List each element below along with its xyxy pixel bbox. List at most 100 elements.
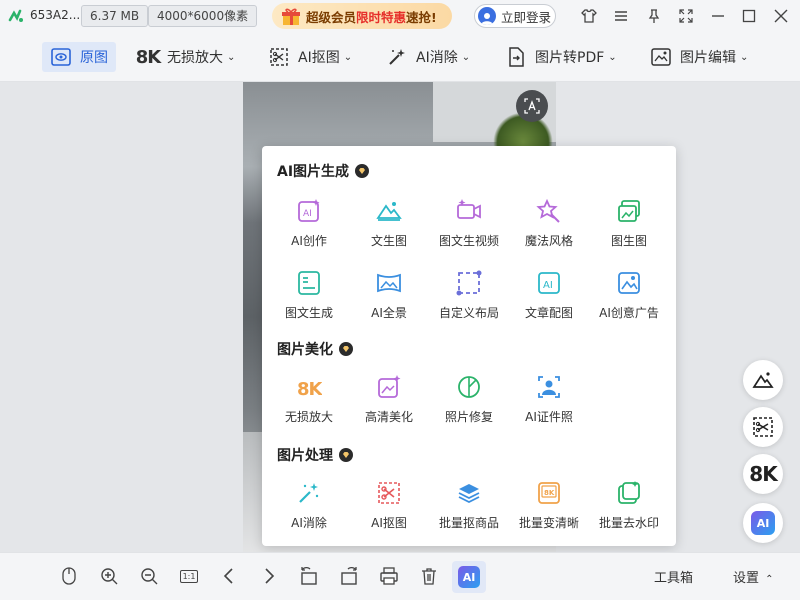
tool-article-illustration[interactable]: AI 文章配图 xyxy=(509,270,589,321)
tool-batch-sharpen[interactable]: 8K 批量变清晰 xyxy=(509,480,589,531)
text-scan-icon xyxy=(524,98,540,114)
toolbox-button[interactable]: 工具箱 xyxy=(654,567,693,586)
svg-text:AI: AI xyxy=(543,280,553,291)
id-photo-icon xyxy=(538,376,560,398)
cutout-scissors-icon xyxy=(378,482,400,504)
image-dimensions-badge: 4000*6000像素 xyxy=(148,5,258,27)
title-bar: 653A2... 6.37 MB 4000*6000像素 超级会员 限时特惠 速抢!… xyxy=(0,0,800,32)
8k-icon: 8K xyxy=(749,462,777,486)
sparkle-image-icon xyxy=(378,375,401,398)
tool-ai-creative-ad[interactable]: AI创意广告 xyxy=(589,270,669,321)
image-eye-icon xyxy=(50,46,72,68)
delete-icon[interactable] xyxy=(418,565,440,587)
to-pdf-button[interactable]: 图片转PDF ⌄ xyxy=(505,42,617,72)
ai-create-icon: AI xyxy=(298,199,320,222)
chevron-up-icon: ⌃ xyxy=(765,574,774,585)
landscape-icon xyxy=(752,372,774,388)
vip-promo-button[interactable]: 超级会员 限时特惠 速抢! xyxy=(272,3,452,29)
promo-hot-text: 限时特惠 xyxy=(356,9,407,25)
original-label: 原图 xyxy=(80,50,108,66)
menu-icon[interactable] xyxy=(612,7,630,25)
panorama-icon xyxy=(377,273,401,293)
chevron-down-icon: ⌄ xyxy=(461,51,471,63)
skin-icon[interactable] xyxy=(580,7,598,25)
tool-ai-create[interactable]: AI AI创作 xyxy=(269,198,349,249)
settings-label: 设置 xyxy=(733,571,760,586)
rotate-left-icon[interactable] xyxy=(298,565,320,587)
print-icon[interactable] xyxy=(378,565,400,587)
chevron-down-icon: ⌄ xyxy=(740,51,749,63)
tool-image-to-image[interactable]: 图生图 xyxy=(589,198,669,249)
tool-custom-layout[interactable]: 自定义布局 xyxy=(429,270,509,321)
actual-size-label: 1:1 xyxy=(179,569,199,583)
tool-photo-restore[interactable]: 照片修复 xyxy=(429,374,509,425)
maximize-icon[interactable] xyxy=(740,7,758,25)
svg-text:8K: 8K xyxy=(544,489,555,497)
upscale-label: 无损放大 xyxy=(167,50,223,66)
tool-lossless-upscale[interactable]: 8K 无损放大 xyxy=(269,374,349,425)
cutout-icon xyxy=(268,46,290,68)
rotate-right-icon[interactable] xyxy=(338,565,360,587)
ai-tools-toggle-button[interactable]: AI xyxy=(452,561,486,593)
ai-article-icon: AI xyxy=(538,272,560,294)
section-title-processing: 图片处理 xyxy=(277,445,353,465)
tool-ai-cutout[interactable]: AI抠图 xyxy=(349,480,429,531)
image-edit-button[interactable]: 图片编辑 ⌄ xyxy=(650,42,748,72)
tool-ai-id-photo[interactable]: AI证件照 xyxy=(509,374,589,425)
app-logo-icon xyxy=(8,9,23,22)
mouse-icon[interactable] xyxy=(58,565,80,587)
cutout-scissors-icon xyxy=(753,417,773,437)
tool-image-text-to-video[interactable]: 图文生视频 xyxy=(429,198,509,249)
restore-circle-icon xyxy=(458,376,480,398)
zoom-out-icon[interactable] xyxy=(138,565,160,587)
tool-batch-remove-watermark[interactable]: 批量去水印 xyxy=(589,480,669,531)
login-button[interactable]: 立即登录 xyxy=(474,4,556,28)
minimize-icon[interactable] xyxy=(709,7,727,25)
tool-ai-erase[interactable]: AI消除 xyxy=(269,480,349,531)
ai-erase-button[interactable]: AI消除 ⌄ xyxy=(386,42,470,72)
tool-image-text-generate[interactable]: 图文生成 xyxy=(269,270,349,321)
image-edit-icon xyxy=(650,46,672,68)
fullscreen-icon[interactable] xyxy=(677,7,695,25)
8k-icon: 8K xyxy=(135,46,161,68)
fab-8k-button[interactable]: 8K xyxy=(743,454,783,494)
main-toolbar: 原图 8K 无损放大 ⌄ AI抠图 ⌄ AI消除 ⌄ 图片转PDF ⌄ 图片编辑… xyxy=(0,32,800,82)
video-camera-icon xyxy=(457,199,481,219)
close-icon[interactable] xyxy=(772,7,790,25)
user-avatar-icon xyxy=(478,7,496,25)
edit-label: 图片编辑 xyxy=(680,50,736,66)
settings-button[interactable]: 设置 ⌃ xyxy=(733,567,774,586)
file-size-badge: 6.37 MB xyxy=(81,5,149,27)
next-icon[interactable] xyxy=(258,565,280,587)
section-title-beautify: 图片美化 xyxy=(277,339,353,359)
original-image-button[interactable]: 原图 xyxy=(42,42,116,72)
promo-prefix: 超级会员 xyxy=(306,9,357,25)
ai-tools-panel: AI图片生成 AI AI创作 文生图 图文生视频 魔法风格 图生图 图文生成 A… xyxy=(262,146,676,546)
8k-upscale-icon: 8K xyxy=(297,379,322,400)
fab-cutout-button[interactable] xyxy=(743,407,783,447)
cutout-label: AI抠图 xyxy=(298,50,340,66)
section-title-ai-generate: AI图片生成 xyxy=(277,161,370,181)
actual-size-button[interactable]: 1:1 xyxy=(178,565,200,587)
zoom-in-icon[interactable] xyxy=(98,565,120,587)
magic-star-icon xyxy=(536,198,560,223)
layout-icon xyxy=(456,270,482,296)
fab-landscape-button[interactable] xyxy=(743,360,783,400)
tool-hd-beautify[interactable]: 高清美化 xyxy=(349,374,429,425)
gift-icon xyxy=(282,8,300,25)
chevron-down-icon: ⌄ xyxy=(227,51,236,63)
landscape-icon xyxy=(376,202,402,221)
fab-ai-button[interactable]: AI xyxy=(743,503,783,543)
upscale-button[interactable]: 8K 无损放大 ⌄ xyxy=(135,42,236,72)
previous-icon[interactable] xyxy=(218,565,240,587)
promo-suffix: 速抢! xyxy=(406,9,437,25)
pin-icon[interactable] xyxy=(645,7,663,25)
ai-text-recognition-button[interactable] xyxy=(516,90,548,122)
tool-magic-style[interactable]: 魔法风格 xyxy=(509,198,589,249)
ai-cutout-button[interactable]: AI抠图 ⌄ xyxy=(268,42,352,72)
tool-batch-product-cutout[interactable]: 批量抠商品 xyxy=(429,480,509,531)
erase-label: AI消除 xyxy=(416,50,458,66)
tool-text-to-image[interactable]: 文生图 xyxy=(349,198,429,249)
tool-ai-panorama[interactable]: AI全景 xyxy=(349,270,429,321)
file-name: 653A2... xyxy=(30,8,81,22)
